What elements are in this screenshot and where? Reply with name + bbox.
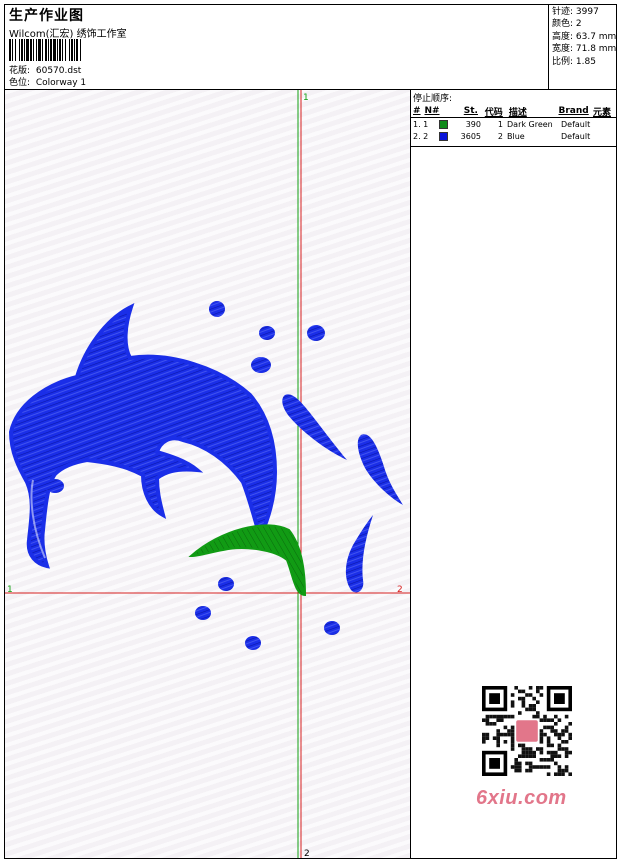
page-title: 生产作业图 — [9, 8, 84, 24]
colorway-label: 色位: — [9, 78, 31, 88]
table-row[interactable]: 1. 1 390 1 Dark Green Default — [411, 118, 616, 130]
row-code: 2 — [497, 131, 503, 141]
design-ratio: 比例: 1.85 — [552, 56, 596, 67]
col-brand: Brand — [558, 106, 589, 116]
qr-code[interactable] — [470, 681, 580, 781]
stats-panel: 针迹: 3997 颜色: 2 高度: 63.7 mm 宽度: 71.8 mm 比… — [548, 5, 616, 89]
axis-x-end-label: 2 — [397, 585, 403, 595]
axis-y-start-label: 1 — [303, 93, 309, 103]
splash-1 — [282, 394, 347, 460]
row-idx: 2. 2 — [413, 131, 429, 141]
row-brand: Default — [561, 131, 591, 141]
splash-2 — [357, 434, 403, 505]
axis-x-start-label: 1 — [7, 585, 13, 595]
design-width: 宽度: 71.8 mm — [552, 44, 617, 55]
row-brand: Default — [561, 119, 591, 129]
drop-7 — [245, 636, 261, 650]
stop-sequence-header: # N# St. 代码 描述 Brand 元素 — [411, 105, 616, 118]
barcode-image — [9, 39, 124, 61]
embroidery-canvas: 1 2 1 2 — [5, 90, 410, 858]
drop-5 — [218, 577, 234, 591]
col-elem: 元素 — [592, 107, 611, 118]
qr-code-image — [482, 686, 572, 776]
col-n: N# — [424, 106, 440, 116]
drop-4 — [251, 357, 271, 373]
watermark-logo: 6xiu.com — [476, 787, 567, 809]
axis-y-end-label: 2 — [304, 849, 310, 858]
drop-3 — [307, 325, 325, 341]
dolphin-body — [8, 303, 278, 569]
col-idx: # — [413, 106, 421, 116]
green-wave — [188, 524, 307, 597]
drop-6 — [195, 606, 211, 620]
header-info: 生产作业图 Wilcom(汇宏) 绣饰工作室 花版: 60570.dst 色位:… — [5, 5, 548, 89]
row-idx: 1. 1 — [413, 119, 429, 129]
design-height: 高度: 63.7 mm — [552, 31, 617, 42]
drop-1 — [209, 301, 225, 317]
colorway-row: 色位: Colorway 1 — [9, 75, 86, 88]
row-desc: Dark Green — [507, 119, 553, 129]
row-code: 1 — [497, 119, 503, 129]
row-st: 3605 — [460, 131, 481, 141]
color-swatch — [439, 119, 455, 129]
row-desc: Blue — [507, 131, 525, 141]
col-st: St. — [463, 106, 478, 116]
table-row[interactable]: 2. 2 3605 2 Blue Default — [411, 130, 616, 142]
col-code: 代码 — [484, 107, 503, 118]
dolphin-eye — [46, 479, 64, 493]
colorway-value: Colorway 1 — [35, 78, 87, 88]
color-swatch — [439, 131, 455, 141]
col-desc: 描述 — [508, 107, 527, 118]
design-preview[interactable]: 1 2 1 2 — [5, 90, 411, 858]
drop-2 — [259, 326, 275, 340]
splash-3 — [345, 515, 373, 593]
panel-divider — [411, 146, 616, 147]
stop-sequence-panel: 停止顺序: # N# St. 代码 描述 Brand 元素 1. 1 390 1… — [411, 90, 616, 142]
drop-8 — [324, 621, 340, 635]
row-st: 390 — [465, 119, 481, 129]
company-name: Wilcom(汇宏) 绣饰工作室 — [9, 29, 127, 40]
stop-sequence-title: 停止顺序: — [413, 94, 453, 104]
stitch-count: 针迹: 3997 — [552, 7, 599, 17]
color-count: 颜色: 2 — [552, 19, 582, 30]
